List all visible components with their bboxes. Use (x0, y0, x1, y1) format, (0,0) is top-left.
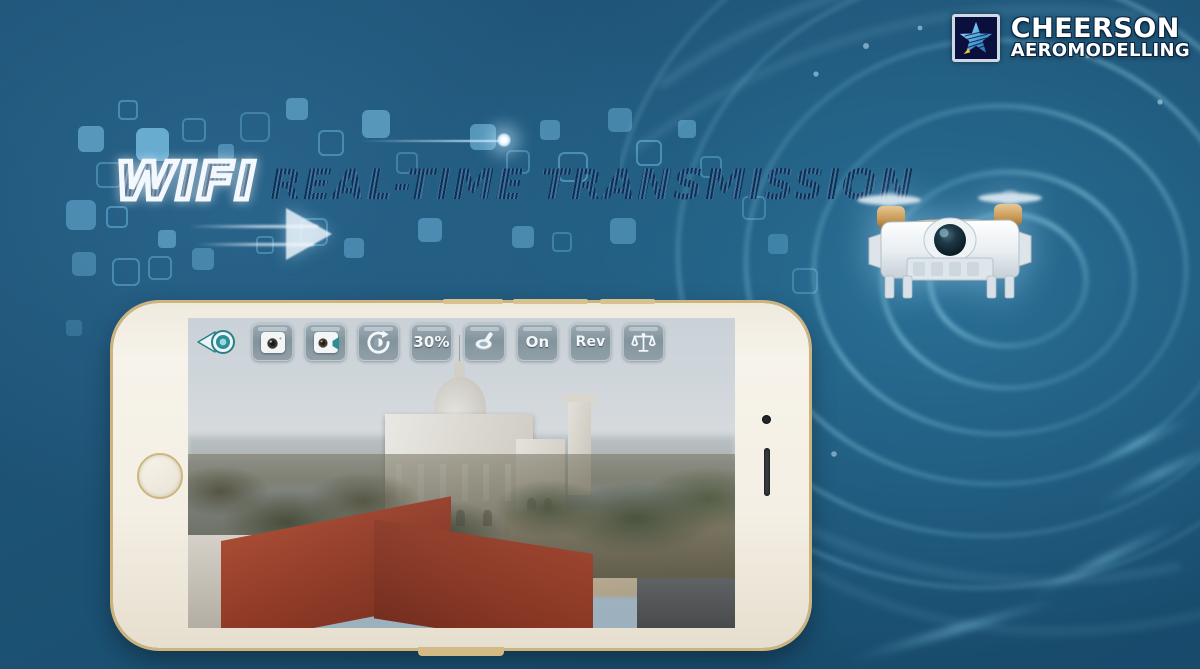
brand-tagline: AEROMODELLING (1010, 39, 1190, 61)
promo-stage: WIFI REAL-TIME TRANSMISSION (0, 0, 1200, 669)
throttle-button[interactable]: 30% (411, 323, 452, 361)
balance-scale-icon (631, 332, 656, 352)
title-word-rest: REAL-TIME TRANSMISSION (270, 160, 915, 209)
smartphone: 30% On Rev (113, 299, 809, 648)
play-arrow-icon (286, 208, 332, 260)
light-streak-4 (849, 595, 1063, 664)
light-streak-3 (1082, 414, 1194, 473)
quadcopter-drone (857, 190, 1042, 299)
arrow-trail-line-1 (188, 225, 318, 228)
antenna-band-3 (600, 299, 655, 304)
joystick-icon (473, 332, 493, 351)
home-button[interactable] (137, 452, 183, 499)
back-button[interactable] (194, 323, 240, 361)
star-logo-icon (951, 14, 1000, 62)
reverse-label: Rev (575, 334, 606, 350)
reverse-button[interactable]: Rev (570, 323, 611, 361)
power-toggle-button[interactable]: On (517, 323, 558, 361)
balance-calibrate-button[interactable] (623, 323, 664, 361)
glow-node-icon (496, 132, 512, 148)
joystick-button[interactable] (464, 323, 505, 361)
app-toolbar: 30% On Rev (194, 323, 664, 361)
page-title: WIFI REAL-TIME TRANSMISSION (115, 152, 915, 212)
antenna-band-2 (513, 299, 588, 304)
video-record-button[interactable] (305, 323, 346, 361)
drone-live-video-feed (188, 318, 735, 628)
video-camera-icon (313, 331, 339, 353)
antenna-band-1 (443, 299, 503, 304)
earpiece-speaker-icon (764, 448, 770, 496)
rotate-refresh-icon (367, 330, 390, 354)
title-word-wifi: WIFI (115, 152, 256, 212)
phone-screen: 30% On Rev (188, 318, 735, 628)
throttle-value: 30% (413, 333, 450, 351)
rotate-button[interactable] (358, 323, 399, 361)
photo-capture-button[interactable] (252, 323, 293, 361)
brand-name: CHEERSON (1010, 12, 1180, 44)
light-streak-1 (1027, 519, 1183, 600)
back-arrow-target-icon (197, 330, 235, 354)
brand-logo: CHEERSON AEROMODELLING (951, 12, 1190, 62)
connector-line (360, 140, 500, 142)
light-streak-2 (1095, 439, 1200, 508)
front-camera-icon (762, 415, 771, 424)
brand-logo-text: CHEERSON AEROMODELLING (1010, 12, 1190, 61)
camera-icon (260, 331, 285, 353)
arrow-trail-line-2 (196, 243, 314, 246)
power-state-label: On (525, 333, 550, 351)
